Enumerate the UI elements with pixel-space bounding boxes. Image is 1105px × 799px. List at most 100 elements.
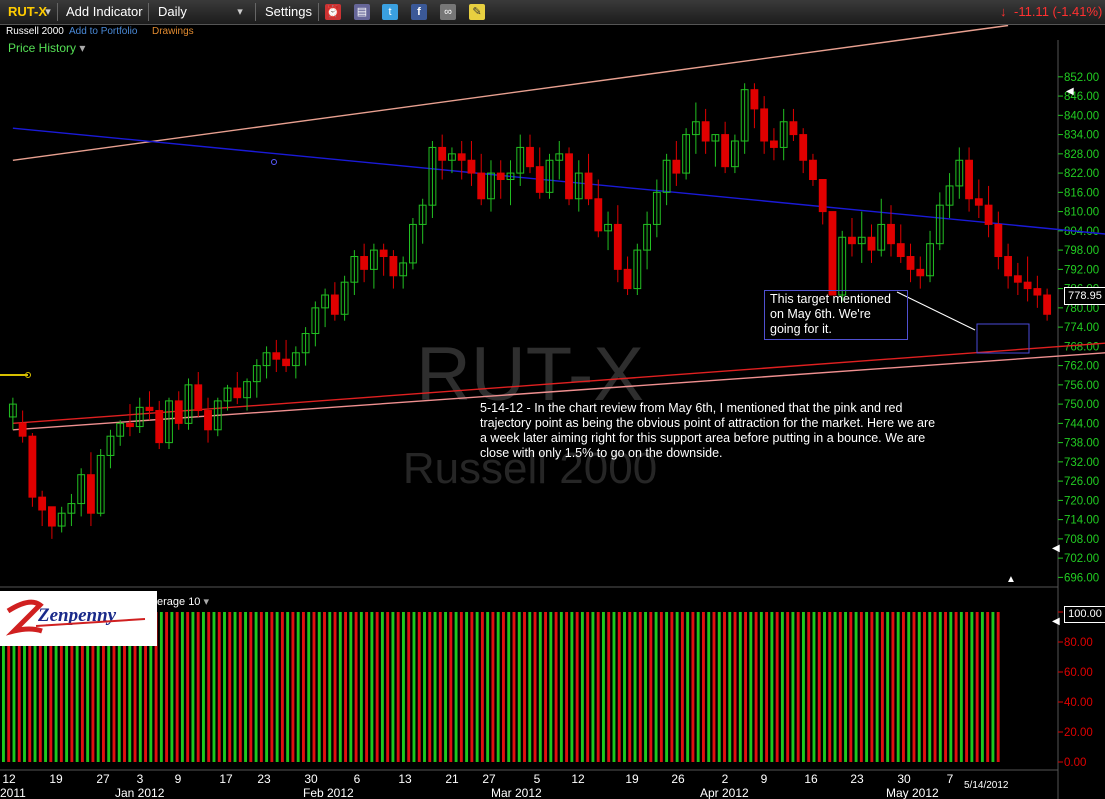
indicator-bar <box>428 612 432 762</box>
candle-body <box>916 268 925 277</box>
month-label: Jan 2012 <box>115 786 165 799</box>
indicator-bar <box>544 612 547 762</box>
candle-body <box>379 249 388 258</box>
indicator-bar <box>980 612 984 762</box>
binoculars-icon[interactable]: ∞ <box>440 4 456 20</box>
candle-body <box>1004 256 1013 277</box>
add-to-portfolio-link[interactable]: Add to Portfolio <box>69 24 137 40</box>
candle-body <box>18 422 27 437</box>
period-select[interactable]: Daily <box>158 0 187 24</box>
indicator-bar <box>591 612 595 762</box>
indicator-bar <box>617 612 621 762</box>
volume-tick-label: 80.00 <box>1064 637 1093 649</box>
candle-body <box>233 387 242 399</box>
indicator-bar <box>886 612 890 762</box>
indicator-bar <box>565 612 569 762</box>
indicator-bar <box>770 612 774 762</box>
x-tick-label: 27 <box>482 772 496 786</box>
note-icon[interactable]: ✎ <box>469 4 485 20</box>
indicator-bar <box>212 612 216 762</box>
facebook-icon[interactable]: f <box>411 4 427 20</box>
indicator-bar <box>965 612 969 762</box>
indicator-bar <box>317 612 321 762</box>
alarm-icon[interactable]: ⏰ <box>325 4 341 20</box>
indicator-bar <box>586 612 590 762</box>
indicator-bar <box>912 612 916 762</box>
settings-button[interactable]: Settings <box>265 0 312 24</box>
x-tick-label: 7 <box>947 772 954 786</box>
target-note-line: This target mentioned <box>770 292 891 306</box>
indicator-bar <box>717 612 721 762</box>
indicator-bar <box>312 612 316 762</box>
indicator-bar <box>644 612 647 762</box>
add-indicator-button[interactable]: Add Indicator <box>66 0 143 24</box>
indicator-bar <box>191 612 195 762</box>
candle-body <box>360 256 369 270</box>
zenpenny-logo: Zenpenny <box>0 591 157 646</box>
candle-body <box>204 410 212 431</box>
indicator-bar <box>454 612 458 762</box>
x-tick-label: 30 <box>897 772 911 786</box>
up-arrow-icon: ◀ <box>1052 543 1060 554</box>
candle-body <box>155 410 164 444</box>
target-note-line: on May 6th. We're <box>770 307 871 321</box>
indicator-bar <box>307 612 311 762</box>
indicator-bar <box>438 612 442 762</box>
y-tick-label: 756.00 <box>1064 380 1099 392</box>
indicator-bar <box>528 612 532 762</box>
indicator-bar <box>749 612 753 762</box>
indicator-bar <box>233 612 237 762</box>
y-tick-label: 750.00 <box>1064 399 1099 411</box>
up-arrow-icon: ◀ <box>1052 616 1060 627</box>
indicator-bar <box>870 612 874 762</box>
candle-body <box>438 146 447 161</box>
indicator-bar <box>575 612 579 762</box>
instrument-name: Russell 2000 <box>6 26 64 37</box>
indicator-bar <box>833 612 837 762</box>
dropdown-arrow-icon[interactable]: ▾ <box>40 4 56 20</box>
drawings-link[interactable]: Drawings <box>152 24 194 40</box>
candle-body <box>389 256 398 277</box>
chevron-down-icon[interactable]: ▾ <box>232 4 248 20</box>
indicator-bar <box>686 612 690 762</box>
twitter-icon[interactable]: t <box>382 4 398 20</box>
indicator-bar <box>733 612 737 762</box>
y-tick-label: 762.00 <box>1064 361 1099 373</box>
candle-body <box>789 121 798 136</box>
indicator-bar <box>702 612 705 762</box>
up-arrow-icon: ◀ <box>1066 86 1074 97</box>
indicator-bar <box>159 612 163 762</box>
indicator-bar <box>728 612 732 762</box>
indicator-bar <box>738 612 742 762</box>
indicator-bar <box>533 612 537 762</box>
month-label: 2011 <box>0 786 26 799</box>
x-tick-label: 13 <box>398 772 412 786</box>
x-tick-label: 12 <box>571 772 585 786</box>
indicator-bar <box>775 612 779 762</box>
trendline-handle <box>271 159 277 165</box>
indicator-bar <box>607 612 611 762</box>
indicator-bar <box>196 612 200 762</box>
volume-tick-label: 60.00 <box>1064 667 1093 679</box>
indicator-label[interactable]: erage 10 ▾ <box>157 595 209 608</box>
candle-body <box>984 204 993 225</box>
indicator-bar <box>207 612 211 762</box>
indicator-bar <box>359 612 363 762</box>
candle-body <box>526 146 534 168</box>
candle-body <box>126 422 134 428</box>
candle-body <box>1033 288 1042 296</box>
indicator-bar <box>812 612 816 762</box>
indicator-bar <box>623 612 626 762</box>
books-icon[interactable]: ▤ <box>354 4 370 20</box>
indicator-bar <box>875 612 879 762</box>
month-label: Mar 2012 <box>491 786 542 799</box>
indicator-bar <box>354 612 358 762</box>
x-tick-label: 9 <box>175 772 182 786</box>
price-history-label[interactable]: Price History ▾ <box>8 41 85 55</box>
indicator-bar <box>712 612 716 762</box>
indicator-bar <box>465 612 469 762</box>
indicator-bar <box>859 612 863 762</box>
price-chart[interactable]: RUT-XRussell 2000852.00846.00840.00834.0… <box>0 0 1105 799</box>
candle-body <box>28 435 37 498</box>
indicator-bar <box>707 612 711 762</box>
